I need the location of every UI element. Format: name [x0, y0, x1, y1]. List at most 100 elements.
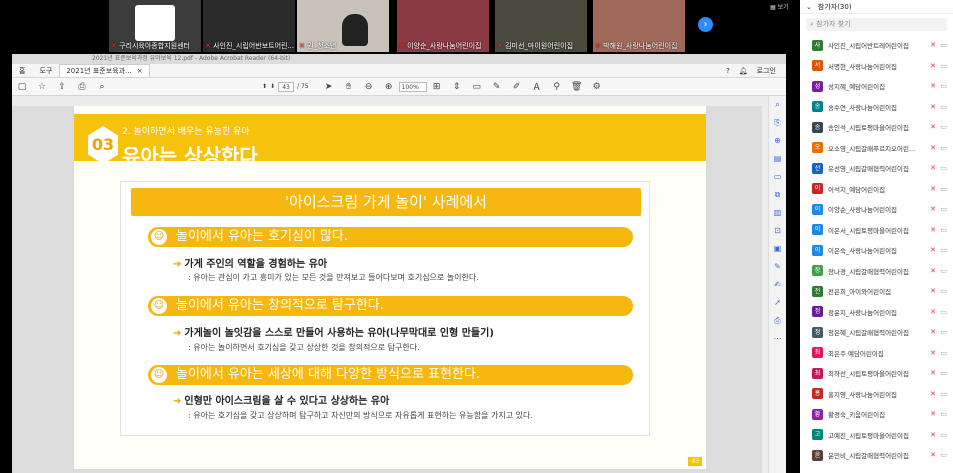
mic-off-icon[interactable]: ✕: [930, 226, 936, 234]
mic-off-icon[interactable]: ✕: [930, 287, 936, 295]
page-number-input[interactable]: 43: [278, 81, 295, 92]
camera-icon[interactable]: ▭: [940, 349, 947, 357]
export-pdf-icon[interactable]: ⎘: [769, 114, 786, 132]
zoom-in-icon[interactable]: ⊕: [379, 82, 399, 92]
participant-row[interactable]: 최 최하선_시립토평마을어린이집 ✕ ▭: [800, 363, 953, 384]
camera-icon[interactable]: ▭: [940, 287, 947, 295]
chevron-down-icon[interactable]: ⌄: [806, 3, 812, 11]
close-icon[interactable]: ×: [137, 67, 143, 75]
mic-off-icon[interactable]: ✕: [930, 82, 936, 90]
participant-row[interactable]: 사 사인진_시립어반트레어린이집 ✕ ▭: [800, 35, 953, 56]
mic-off-icon[interactable]: ✕: [930, 328, 936, 336]
mic-off-icon[interactable]: ✕: [930, 451, 936, 459]
camera-icon[interactable]: ▭: [940, 82, 947, 90]
compress-icon[interactable]: ⊡: [769, 222, 786, 240]
video-tile[interactable]: ✕ 이양순_사랑나눔어린이집: [397, 0, 489, 52]
create-pdf-icon[interactable]: ⊕: [769, 132, 786, 150]
scroll-mode-icon[interactable]: ⇕: [447, 82, 467, 92]
scan-icon[interactable]: ⎙: [769, 312, 786, 330]
delete-icon[interactable]: 🗑︎: [567, 82, 587, 92]
camera-icon[interactable]: ▭: [940, 41, 947, 49]
document-tab[interactable]: 2021년 표준보육과... ×: [59, 64, 150, 77]
participant-row[interactable]: 선영 유선영_시립갈매협력어린이집 ✕ ▭: [800, 158, 953, 183]
send-icon[interactable]: ➚: [769, 294, 786, 312]
participant-row[interactable]: 송 송수연_사랑나눔어린이집 ✕ ▭: [800, 97, 953, 118]
camera-icon[interactable]: ▭: [940, 308, 947, 316]
participant-search-input[interactable]: ⌕ 참가자 찾기: [806, 18, 947, 31]
mic-off-icon[interactable]: ✕: [930, 349, 936, 357]
mic-off-icon[interactable]: ✕: [930, 185, 936, 193]
camera-icon[interactable]: ▭: [940, 369, 947, 377]
video-tile[interactable]: ✕ 권_청소년: [297, 0, 389, 52]
participant-row[interactable]: 고 고예진_시립토평마을어린이집 ✕ ▭: [800, 425, 953, 446]
upload-icon[interactable]: ⇪: [52, 82, 72, 92]
camera-icon[interactable]: ▭: [940, 123, 947, 131]
pen-icon[interactable]: ✎: [487, 82, 507, 92]
comment-icon[interactable]: ▭: [467, 82, 487, 92]
camera-icon[interactable]: ▭: [940, 431, 947, 439]
more-tools-icon[interactable]: ⋯: [769, 330, 786, 348]
page-up-icon[interactable]: ⬆: [262, 83, 267, 90]
mic-off-icon[interactable]: ✕: [930, 267, 936, 275]
search-icon[interactable]: ⌕: [769, 96, 786, 114]
document-area[interactable]: 03 2. 놀이하면서 배우는 유능한 유아 유아는 상상한다 '아이스크림 가…: [12, 106, 762, 473]
camera-icon[interactable]: ▭: [940, 390, 947, 398]
print-icon[interactable]: ⎙: [72, 82, 92, 92]
fill-sign-icon[interactable]: ✍: [769, 276, 786, 294]
participant-row[interactable]: 홍 홍지영_사랑나눔어린이집 ✕ ▭: [800, 384, 953, 405]
participant-row[interactable]: 송 송인석_시립토평마을어린이집 ✕ ▭: [800, 117, 953, 138]
participant-row[interactable]: 전 전은희_아이와어린이집 ✕ ▭: [800, 281, 953, 302]
mic-off-icon[interactable]: ✕: [930, 369, 936, 377]
participant-row[interactable]: 장 장나경_시립갈매협력어린이집 ✕ ▭: [800, 261, 953, 282]
highlight-icon[interactable]: ✐: [507, 82, 527, 92]
mic-off-icon[interactable]: ✕: [930, 164, 936, 172]
participant-row[interactable]: 윤 윤민비_시립갈매협력어린이집 ✕ ▭: [800, 445, 953, 466]
help-icon[interactable]: ?: [726, 67, 730, 75]
login-link[interactable]: 로그인: [757, 66, 776, 76]
mic-off-icon[interactable]: ✕: [930, 144, 936, 152]
hand-icon[interactable]: ✋︎: [339, 82, 359, 92]
new-doc-icon[interactable]: ▢: [12, 82, 32, 92]
video-tile[interactable]: ✕ 김미선_마이원어린이집: [495, 0, 587, 52]
participant-row[interactable]: 최 최은주 예담어린이집 ✕ ▭: [800, 343, 953, 364]
participant-row[interactable]: 이 이석지_예담어린이집 ✕ ▭: [800, 179, 953, 200]
participant-row[interactable]: 서 서명현_사랑나눔어린이집 ✕ ▭: [800, 56, 953, 77]
camera-icon[interactable]: ▭: [940, 185, 947, 193]
comment-icon[interactable]: ▭: [769, 168, 786, 186]
bookmark-icon[interactable]: ☆: [32, 82, 52, 92]
redact-icon[interactable]: ▣: [769, 240, 786, 258]
mic-off-icon[interactable]: ✕: [930, 390, 936, 398]
participant-row[interactable]: 정 정윤지_사랑나눔어린이집 ✕ ▭: [800, 302, 953, 323]
mic-off-icon[interactable]: ✕: [930, 308, 936, 316]
mic-off-icon[interactable]: ✕: [930, 431, 936, 439]
camera-icon[interactable]: ▭: [940, 164, 947, 172]
fit-page-icon[interactable]: ⊞: [427, 82, 447, 92]
camera-icon[interactable]: ▭: [940, 246, 947, 254]
edit-pdf-icon[interactable]: ▤: [769, 150, 786, 168]
zoom-out-icon[interactable]: ⊖: [359, 82, 379, 92]
mic-off-icon[interactable]: ✕: [930, 103, 936, 111]
mic-off-icon[interactable]: ✕: [930, 410, 936, 418]
mic-off-icon[interactable]: ✕: [930, 246, 936, 254]
stamp-icon[interactable]: ⚲: [547, 82, 567, 92]
camera-icon[interactable]: ▭: [940, 328, 947, 336]
camera-icon[interactable]: ▭: [940, 205, 947, 213]
page-down-icon[interactable]: ⬇: [270, 83, 275, 90]
camera-icon[interactable]: ▭: [940, 103, 947, 111]
view-button[interactable]: ▦ 보기: [770, 2, 789, 11]
chevron-right-icon[interactable]: ›: [698, 17, 713, 32]
camera-icon[interactable]: ▭: [940, 226, 947, 234]
protect-icon[interactable]: ✎: [769, 258, 786, 276]
camera-icon[interactable]: ▭: [940, 267, 947, 275]
mic-off-icon[interactable]: ✕: [930, 205, 936, 213]
video-tile[interactable]: ✕ 사인진_시립어반보트어린...: [203, 0, 295, 52]
participant-row[interactable]: 황 황경숙_키움어린이집 ✕ ▭: [800, 404, 953, 425]
participant-row[interactable]: 오 오소영_시립갈매푸르지오어린... ✕ ▭: [800, 138, 953, 159]
mic-off-icon[interactable]: ✕: [930, 123, 936, 131]
mic-off-icon[interactable]: ✕: [930, 62, 936, 70]
settings-icon[interactable]: ⚙: [587, 82, 607, 92]
bell-icon[interactable]: 🔔︎: [739, 67, 748, 75]
menu-tools[interactable]: 도구: [32, 66, 59, 76]
participant-row[interactable]: 이 이은숙_사랑나눔어린이집 ✕ ▭: [800, 240, 953, 261]
combine-icon[interactable]: ⧉: [769, 186, 786, 204]
